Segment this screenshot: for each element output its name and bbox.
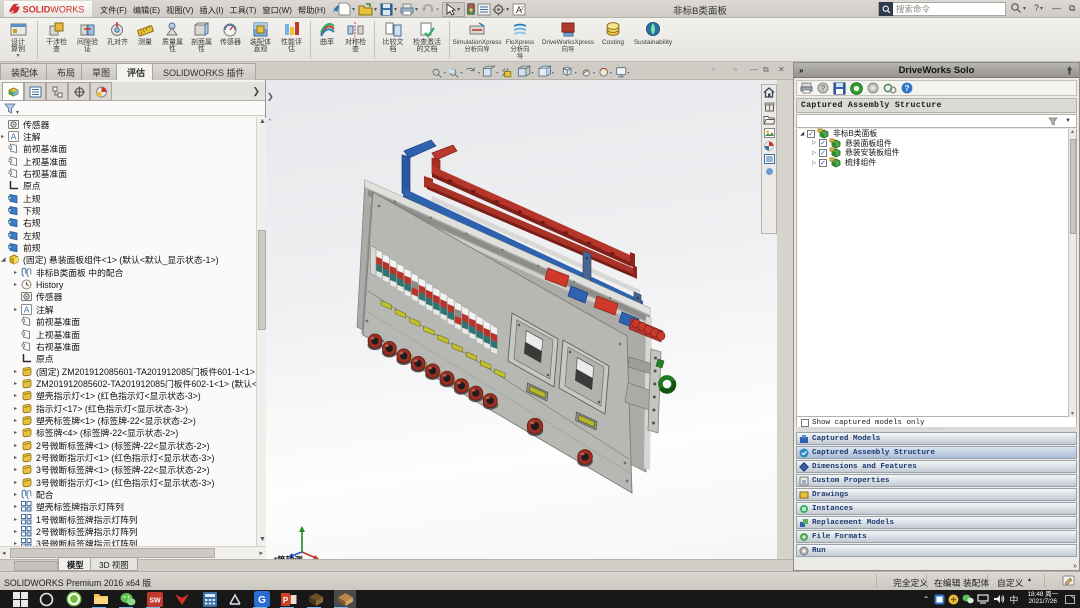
svg-text:▾: ▾ [460, 71, 462, 75]
svg-text:?: ? [821, 84, 826, 93]
svg-text:▾: ▾ [610, 71, 612, 75]
svg-text:G: G [258, 595, 266, 606]
svg-text:▾: ▾ [627, 71, 629, 75]
svg-text:A: A [24, 304, 30, 314]
svg-text:▾: ▾ [575, 71, 577, 75]
svg-text:P: P [283, 596, 289, 605]
svg-text:▾: ▾ [552, 71, 554, 75]
svg-text:▾: ▾ [531, 71, 533, 75]
svg-text:▾: ▾ [478, 71, 480, 75]
svg-text:▾: ▾ [496, 71, 498, 75]
svg-text:2: 2 [521, 6, 524, 12]
svg-text:WORKS: WORKS [50, 4, 84, 14]
svg-text:SW: SW [149, 597, 161, 604]
svg-text:▾: ▾ [593, 71, 595, 75]
svg-text:SOLID: SOLID [23, 4, 51, 14]
svg-text:A: A [11, 132, 17, 142]
svg-text:▾: ▾ [444, 71, 446, 75]
svg-text:?: ? [905, 84, 910, 93]
